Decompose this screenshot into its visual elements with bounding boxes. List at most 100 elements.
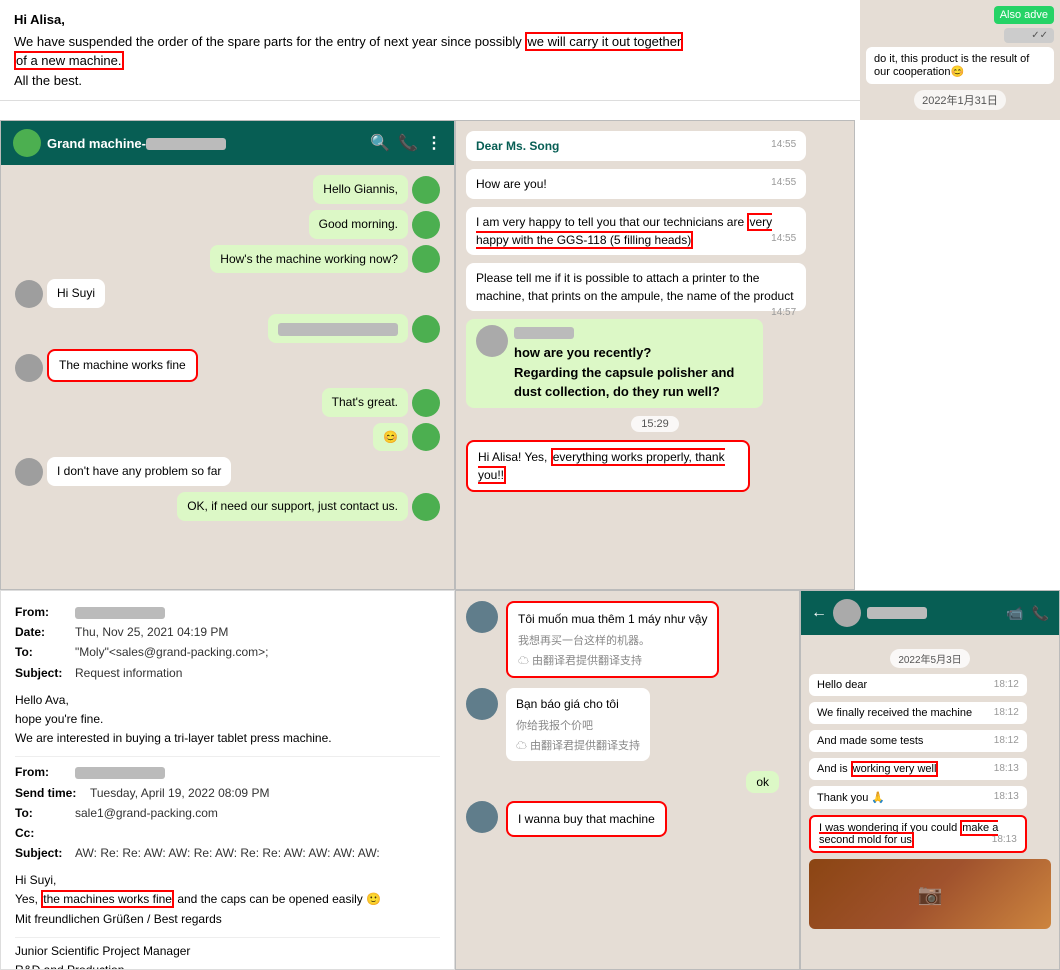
date-badge-may3: 2022年5月3日 (890, 649, 969, 668)
email-footer: Junior Scientific Project Manager R&D an… (15, 937, 440, 970)
bottom-right-chat-panel: ← 📹 📞 2022年5月3日 Hello dear 18:12 We fina… (800, 590, 1060, 970)
bubble-wanna-buy-machine: I wanna buy that machine (506, 801, 667, 838)
email-body-2: Hi Suyi, Yes, the machines works fine an… (15, 871, 440, 929)
avatar (412, 176, 440, 204)
highlight-second-mold: make a second mold for us (819, 820, 998, 848)
email-date-1: Date: Thu, Nov 25, 2021 04:19 PM (15, 623, 440, 642)
bubble-emoji: 😊 (373, 423, 408, 452)
bubble-good-morning: Good morning. (309, 210, 408, 239)
list-item: Tôi muốn mua thêm 1 máy như vậy 我想再买一台这样… (466, 601, 789, 678)
table-row: The machine works fine (11, 349, 444, 382)
to-value: "Moly"<sales@grand-packing.com>; (75, 643, 268, 662)
list-item: Dear Ms. Song 14:55 (466, 131, 806, 161)
email-body-1: Hello Ava, hope you're fine. We are inte… (15, 691, 440, 749)
avatar (833, 599, 861, 627)
list-item: And is working very well 18:13 (809, 758, 1027, 780)
left-chat-header: Grand machine- 🔍 📞 ⋮ (1, 121, 454, 165)
email-sign-off: All the best. (14, 71, 846, 91)
from-value-2 (75, 763, 165, 782)
avatar (466, 801, 498, 833)
date-label: Date: (15, 623, 75, 642)
msg-sender: Dear Ms. Song (476, 139, 559, 153)
top-right-whatsapp: Also adve ✓✓ do it, this product is the … (860, 0, 1060, 120)
phone-icon[interactable]: 📞 (398, 133, 418, 153)
left-chat-body: Hello Giannis, Good morning. How's the m… (1, 165, 454, 590)
to-label-2: To: (15, 804, 75, 823)
more-icon[interactable]: ⋮ (426, 133, 442, 153)
bottom-left-email-section: From: Date: Thu, Nov 25, 2021 04:19 PM T… (0, 590, 455, 970)
avatar (412, 389, 440, 417)
email-subject-2: Subject: AW: Re: Re: AW: AW: Re: AW: Re:… (15, 844, 440, 863)
table-row: That's great. (11, 388, 444, 417)
list-item: I wanna buy that machine (466, 801, 789, 838)
email-greeting: Hi Alisa, (14, 10, 846, 30)
avatar (466, 601, 498, 633)
bubble-ok: ok (746, 771, 779, 793)
email-body-line1: We have suspended the order of the spare… (14, 32, 846, 52)
bubble-hello-giannis: Hello Giannis, (313, 175, 408, 204)
middle-top-chat-panel: GR Dear Ms. Song 14:55 How are you! 14:5… (455, 120, 855, 590)
avatar (412, 493, 440, 521)
job-title: Junior Scientific Project Manager (15, 942, 440, 961)
from-label: From: (15, 603, 75, 622)
sendtime-value: Tuesday, April 19, 2022 08:09 PM (90, 784, 269, 803)
date-value: Thu, Nov 25, 2021 04:19 PM (75, 623, 228, 642)
table-row: Hi Suyi (11, 279, 444, 308)
list-item: how are you recently?Regarding the capsu… (466, 319, 763, 408)
email-body-line2: of a new machine. (14, 51, 846, 71)
email-cc: Cc: (15, 824, 440, 843)
email-from-2: From: (15, 763, 440, 782)
coop-message: do it, this product is the result of our… (866, 47, 1054, 84)
table-row: OK, if need our support, just contact us… (11, 492, 444, 521)
email-from-1: From: (15, 603, 440, 622)
list-item: Thank you 🙏 18:13 (809, 786, 1027, 809)
bubble-blurred (268, 314, 408, 343)
department: R&D and Production (15, 961, 440, 970)
left-chat-panel: Grand machine- 🔍 📞 ⋮ Hello Giannis, Good… (0, 120, 455, 590)
list-item: We finally received the machine 18:12 (809, 702, 1027, 724)
left-chat-title: Grand machine- (47, 136, 226, 151)
contact-name (867, 607, 927, 619)
avatar (466, 688, 498, 720)
highlight-working-very-well: working very well (851, 761, 939, 777)
bottom-middle-chat-panel: Tôi muốn mua thêm 1 máy như vậy 我想再买一台这样… (455, 590, 800, 970)
from-value (75, 603, 165, 622)
bubble-hi-suyi: Hi Suyi (47, 279, 105, 308)
avatar (412, 211, 440, 239)
date-badge-jan31: 2022年1月31日 (914, 90, 1006, 110)
cc-label: Cc: (15, 824, 75, 843)
top-email-section: Hi Alisa, We have suspended the order of… (0, 0, 860, 101)
highlight-of-new-machine: of a new machine. (14, 51, 124, 70)
list-item: And made some tests 18:12 (809, 730, 1027, 752)
subject-value: Request information (75, 664, 182, 683)
bubble-ok-contact: OK, if need our support, just contact us… (177, 492, 408, 521)
bubble-thats-great: That's great. (322, 388, 408, 417)
table-row: I don't have any problem so far (11, 457, 444, 486)
also-adv-badge: Also adve (994, 6, 1054, 24)
to-value-2: sale1@grand-packing.com (75, 804, 218, 823)
table-row: Good morning. (11, 210, 444, 239)
table-row: Hello Giannis, (11, 175, 444, 204)
subject-label: Subject: (15, 664, 75, 683)
list-item: Please tell me if it is possible to atta… (466, 263, 806, 311)
from-label-2: From: (15, 763, 75, 782)
bubble-no-problem: I don't have any problem so far (47, 457, 231, 486)
time-badge-1529: 15:29 (631, 416, 679, 432)
header-icons: 📹 📞 (1006, 605, 1049, 622)
back-arrow-icon[interactable]: ← (811, 604, 827, 622)
avatar (15, 458, 43, 486)
email-to-1: To: "Moly"<sales@grand-packing.com>; (15, 643, 440, 662)
bottom-right-chat-body: 2022年5月3日 Hello dear 18:12 We finally re… (801, 635, 1059, 969)
search-icon[interactable]: 🔍 (370, 133, 390, 153)
list-item: Hi Alisa! Yes, everything works properly… (466, 440, 750, 492)
wa-chat-header: ← 📹 📞 (801, 591, 1059, 635)
subject-label-2: Subject: (15, 844, 75, 863)
table-row: How's the machine working now? (11, 245, 444, 274)
list-item: Bạn báo giá cho tôi 你给我报个价吧 ☁ 由翻译君提供翻译支持 (466, 688, 789, 761)
phone-icon[interactable]: 📞 (1032, 605, 1049, 622)
avatar (15, 354, 43, 382)
avatar (412, 315, 440, 343)
table-row (11, 314, 444, 343)
email-sendtime: Send time: Tuesday, April 19, 2022 08:09… (15, 784, 440, 803)
video-icon[interactable]: 📹 (1006, 605, 1023, 622)
